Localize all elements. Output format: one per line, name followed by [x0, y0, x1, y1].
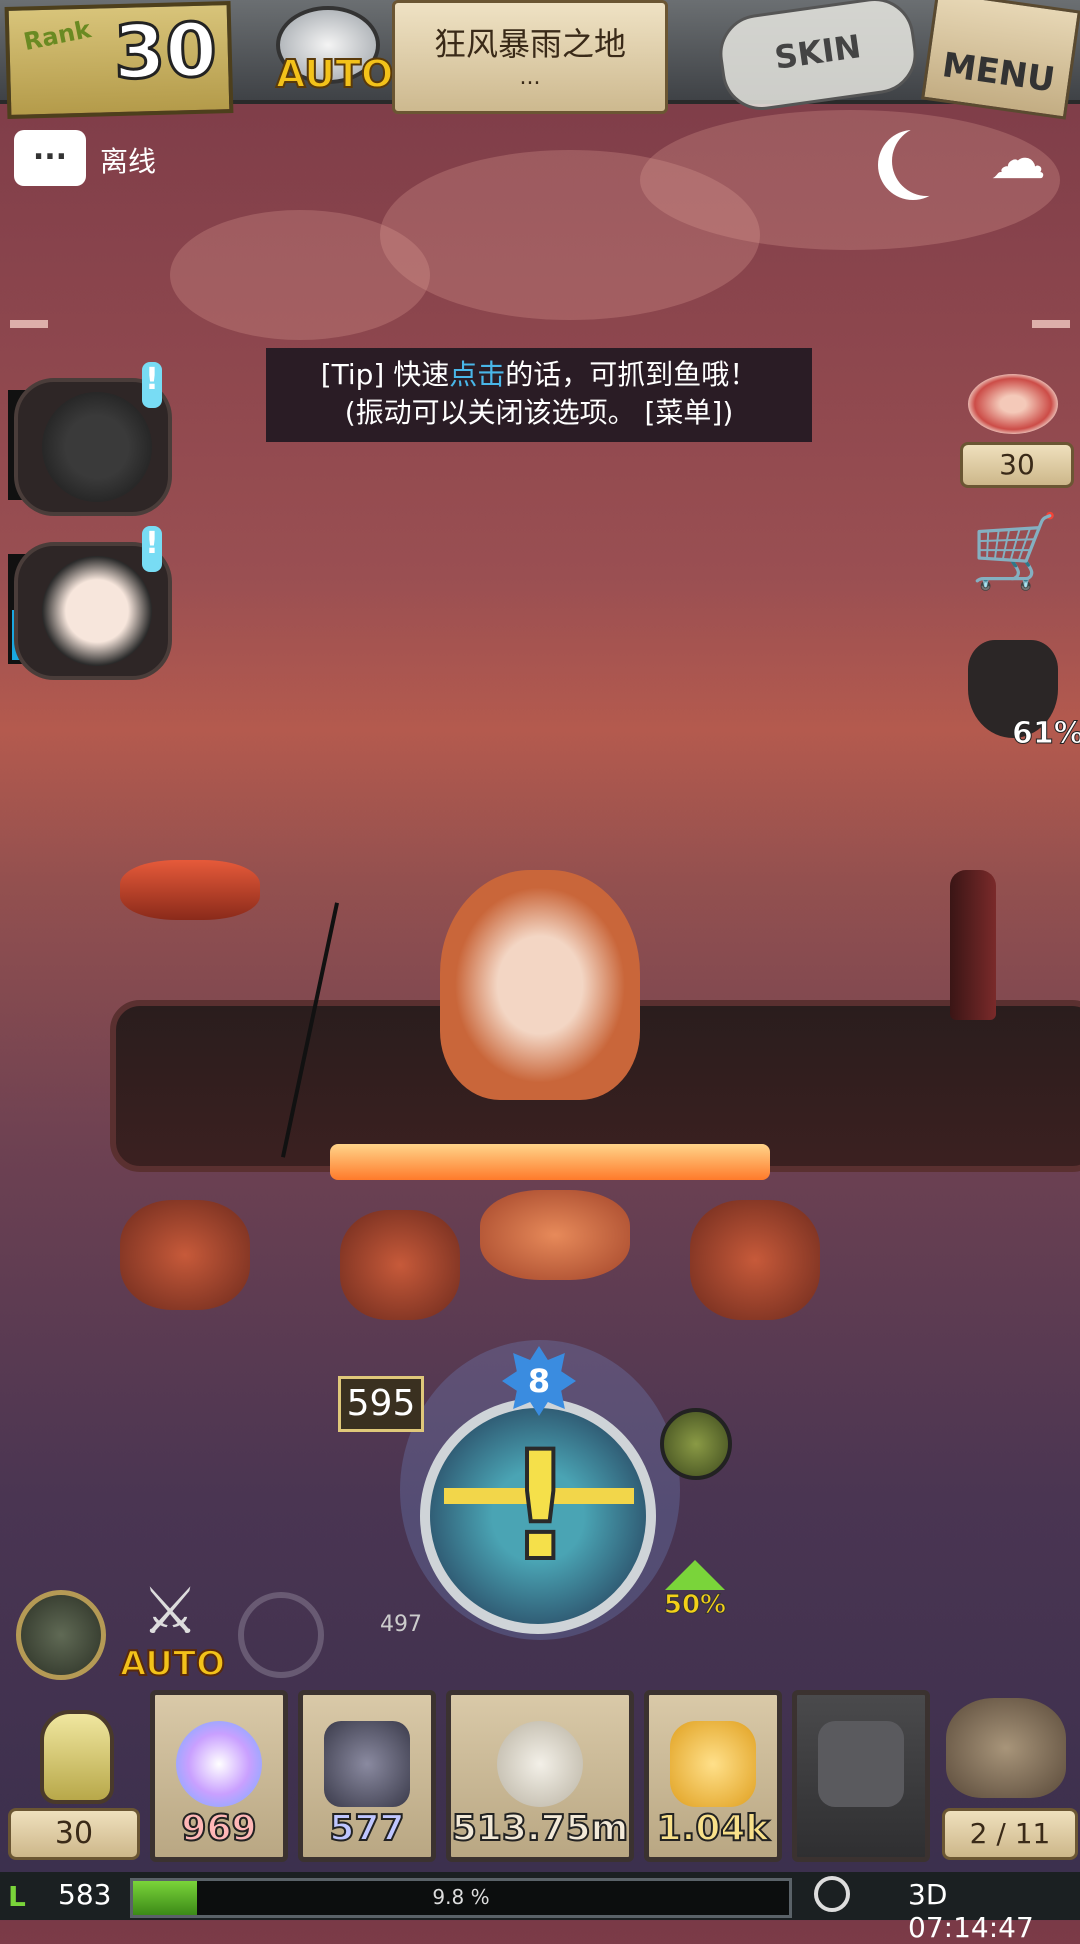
amber-count: 1.04k [656, 1807, 771, 1850]
skull-shield-icon [324, 1721, 410, 1807]
auto-label: AUTO [275, 51, 394, 97]
bag-capacity: 2 / 11 [942, 1808, 1078, 1860]
rank-label: Rank [21, 15, 94, 57]
compass-icon[interactable] [16, 1590, 106, 1680]
tip-highlight: 点击 [449, 358, 506, 391]
mask-percent: 61% [1012, 716, 1080, 752]
depth-marker: 497 [380, 1612, 422, 1637]
slot-locked[interactable] [792, 1690, 930, 1862]
chat-icon[interactable]: ... [14, 130, 86, 186]
target-icon[interactable] [238, 1592, 324, 1678]
tip-line-2: (振动可以关闭该选项。 [菜单]) [344, 396, 734, 429]
tip-text-b: 的话，可抓到鱼哦！ [505, 358, 758, 391]
alert-icon: ! [142, 362, 162, 408]
skin-label: SKIN [772, 27, 864, 77]
portrait-girl[interactable]: ! [14, 526, 172, 680]
meat-chunk [120, 1200, 250, 1310]
boost-percent-text: 50% [663, 1590, 727, 1621]
up-arrow-icon [665, 1560, 725, 1590]
lamp-icon [40, 1710, 114, 1804]
distance-readout: 595 [338, 1376, 424, 1432]
fishing-character[interactable] [440, 870, 640, 1100]
lock-icon [818, 1721, 904, 1807]
boost-icon[interactable] [660, 1408, 732, 1480]
auto-battle-button[interactable]: ⚔ AUTO [119, 1575, 226, 1685]
slot-amber[interactable]: 1.04k [644, 1690, 782, 1862]
xp-percent: 9.8 % [432, 1885, 490, 1909]
slot-shell[interactable]: 513.75m [446, 1690, 634, 1862]
rank-badge[interactable]: Rank 30 [4, 1, 234, 119]
shrimp [480, 1190, 630, 1280]
shell-icon [497, 1721, 583, 1807]
location-scroll[interactable]: 狂风暴雨之地 ... [392, 0, 668, 114]
location-name: 狂风暴雨之地 [433, 25, 626, 63]
shop-cart-icon[interactable]: 🛒 [960, 506, 1070, 596]
xp-bar: 9.8 % [130, 1878, 792, 1918]
rank-value: 30 [111, 6, 219, 98]
auto-fish-button[interactable]: AUTO [262, 6, 394, 106]
menu-label: MENU [939, 45, 1058, 101]
clock-icon [814, 1876, 850, 1912]
exclamation-icon: ! [504, 1420, 576, 1594]
left-edge-dash [10, 320, 48, 328]
sausage [120, 860, 260, 920]
grill-fire [330, 1144, 770, 1180]
shell-count: 513.75m [451, 1807, 629, 1850]
tip-banner: [Tip] 快速点击的话，可抓到鱼哦！ (振动可以关闭该选项。 [菜单]) [266, 348, 812, 442]
crossed-swords-icon: ⚔ [141, 1575, 199, 1649]
boost-percent: 50% [660, 1560, 730, 1621]
slot-pearl[interactable]: 969 [150, 1690, 288, 1862]
bag-icon[interactable] [946, 1698, 1066, 1798]
level-icon: L [8, 1880, 26, 1913]
auto-battle-label: AUTO [119, 1643, 226, 1685]
wine-bottle [950, 870, 996, 1020]
alert-icon: ! [142, 526, 162, 572]
lamp-count: 30 [8, 1808, 140, 1860]
hooded-face-icon [42, 392, 152, 502]
meat-count: 30 [960, 442, 1074, 488]
girl-face-icon [42, 556, 152, 666]
timer: 3D 07:14:47 [908, 1878, 1034, 1944]
tip-line-1: [Tip] 快速点击的话，可抓到鱼哦！ [266, 356, 812, 394]
slot-shield[interactable]: 577 [298, 1690, 436, 1862]
grill-scene [10, 840, 1080, 1320]
meat-icon[interactable] [968, 374, 1058, 434]
portrait-hooded[interactable]: ! [14, 362, 172, 516]
lamp-button[interactable] [14, 1700, 130, 1810]
meat-chunk [690, 1200, 820, 1320]
location-subtitle: ... [519, 65, 541, 90]
pearl-count: 969 [180, 1807, 257, 1850]
night-mode-icon[interactable] [892, 126, 962, 196]
fishing-gauge[interactable]: ! [420, 1398, 656, 1634]
inventory-bar: 969 577 513.75m 1.04k [146, 1690, 936, 1862]
tip-text-a: [Tip] 快速 [320, 358, 450, 391]
offline-status: 离线 [100, 145, 157, 178]
pearl-icon [176, 1721, 262, 1807]
right-edge-dash [1032, 320, 1070, 328]
amber-icon [670, 1721, 756, 1807]
menu-button[interactable]: MENU [921, 0, 1080, 120]
meat-chunk [340, 1210, 460, 1320]
shield-count: 577 [328, 1807, 405, 1850]
player-level: 583 [58, 1878, 112, 1911]
cloud-save-icon[interactable]: ☁ [990, 130, 1070, 190]
